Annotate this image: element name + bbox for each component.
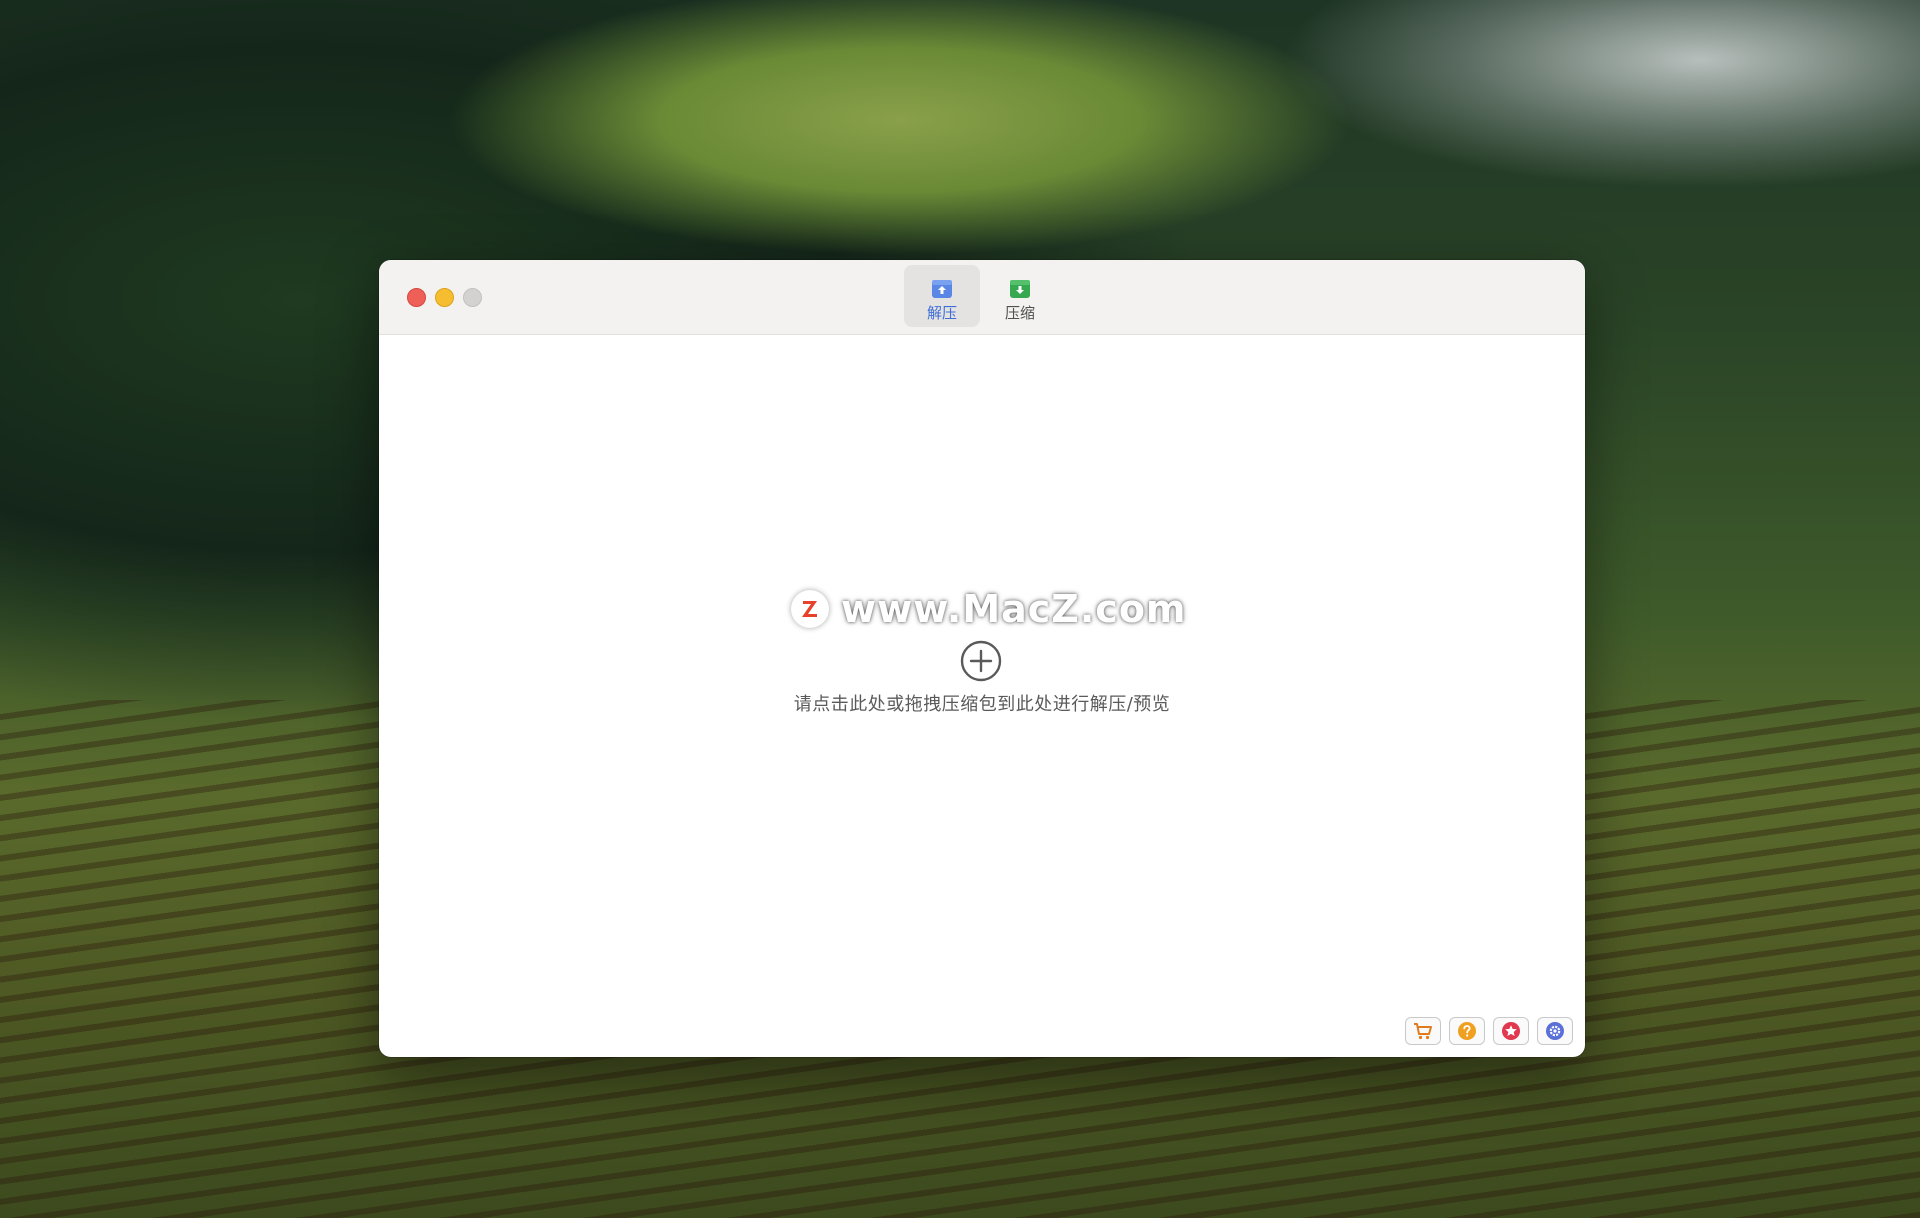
cart-icon: [1414, 1023, 1432, 1040]
star-icon: [1502, 1022, 1520, 1040]
plus-circle-icon[interactable]: [960, 640, 1002, 682]
archive-upload-icon: [932, 280, 952, 298]
settings-button[interactable]: [1537, 1017, 1573, 1045]
tab-extract-label: 解压: [926, 304, 957, 322]
gear-icon: [1546, 1022, 1564, 1040]
footer-buttons: [1405, 1017, 1573, 1045]
drop-zone[interactable]: www.MacZ.com 请点击此处或拖拽压缩包到此处进行解压/预览: [379, 335, 1585, 1057]
store-button[interactable]: [1405, 1017, 1441, 1045]
rate-button[interactable]: [1493, 1017, 1529, 1045]
help-icon: [1458, 1022, 1476, 1040]
close-window-button[interactable]: [407, 288, 426, 307]
minimize-window-button[interactable]: [435, 288, 454, 307]
tab-compress[interactable]: 压缩: [982, 265, 1058, 327]
watermark-logo: [791, 590, 829, 628]
tab-compress-label: 压缩: [1004, 304, 1035, 322]
toolbar-tabs: 解压 压缩: [904, 265, 1058, 327]
tab-extract[interactable]: 解压: [904, 265, 980, 327]
help-button[interactable]: [1449, 1017, 1485, 1045]
z-logo-icon: [802, 601, 817, 617]
app-window: 解压 压缩 www.MacZ.com 请点击此处或拖拽压缩包到此处进行解压/预览: [379, 260, 1585, 1057]
title-bar: 解压 压缩: [379, 260, 1585, 335]
zoom-window-button[interactable]: [463, 288, 482, 307]
watermark: www.MacZ.com: [791, 585, 1187, 633]
archive-download-icon: [1010, 280, 1030, 298]
drop-hint-text: 请点击此处或拖拽压缩包到此处进行解压/预览: [793, 694, 1171, 715]
watermark-text: www.MacZ.com: [841, 587, 1187, 631]
